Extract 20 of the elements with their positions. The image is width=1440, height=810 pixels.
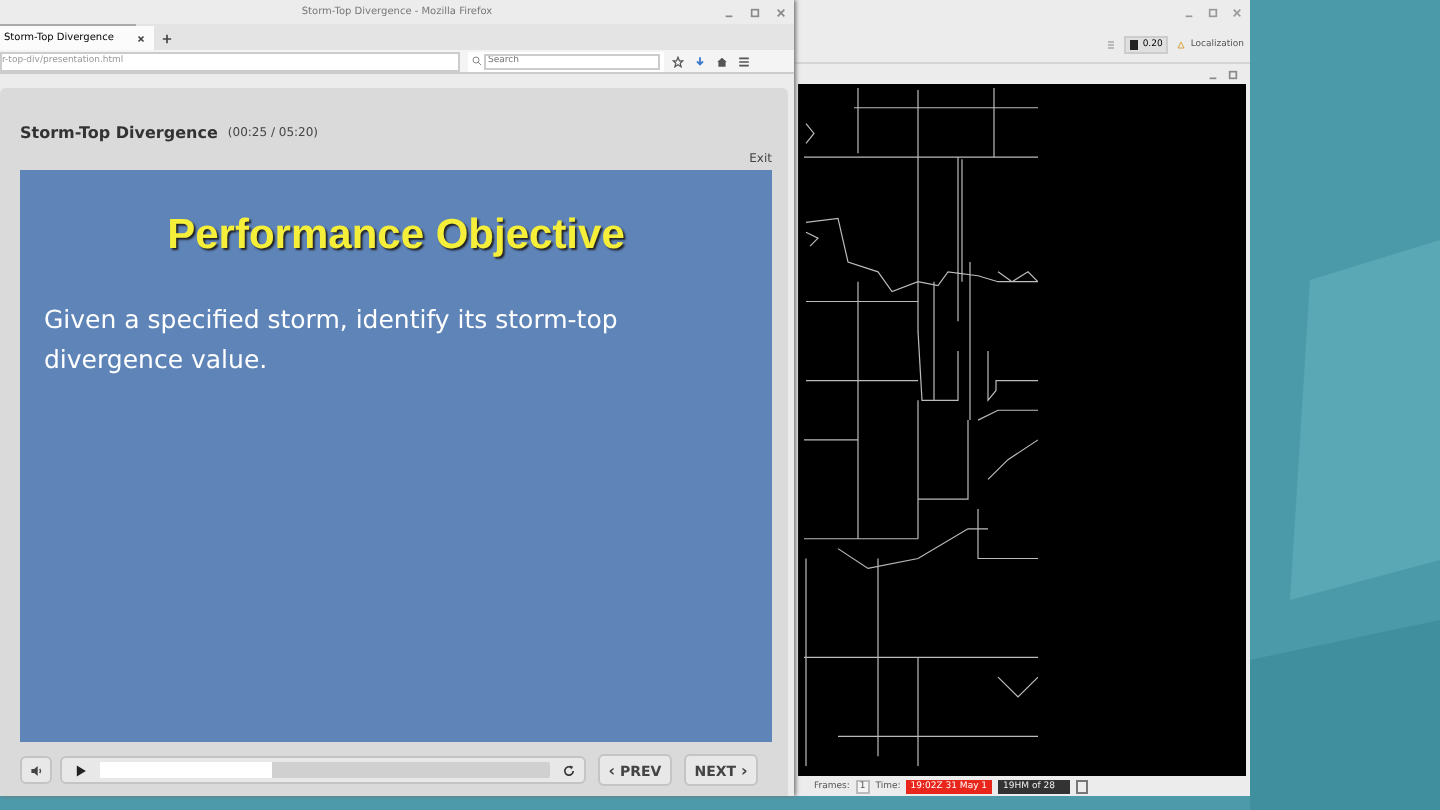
download-icon[interactable] — [694, 55, 706, 68]
replay-icon[interactable] — [562, 763, 576, 777]
maximize-icon[interactable] — [1228, 69, 1238, 80]
bookmark-icon[interactable] — [672, 55, 684, 68]
progress-track[interactable] — [100, 762, 550, 778]
calendar-icon[interactable] — [1076, 779, 1089, 794]
slide-heading: Performance Objective — [165, 212, 627, 260]
maximize-icon[interactable] — [1208, 8, 1218, 18]
plus-icon[interactable] — [162, 33, 172, 44]
slide-text: Given a specified storm, identify its storm-top divergence value. — [44, 302, 620, 378]
lesson-title: Storm-Top Divergence — [20, 124, 218, 142]
maximize-icon[interactable] — [750, 8, 760, 18]
speaker-icon — [29, 763, 43, 777]
menu-icon[interactable] — [738, 55, 750, 68]
play-icon[interactable] — [74, 763, 88, 777]
search-icon — [472, 56, 482, 67]
home-icon[interactable] — [716, 55, 728, 68]
close-icon[interactable] — [136, 33, 146, 44]
warning-icon — [1176, 39, 1187, 50]
volume-button[interactable] — [20, 756, 52, 784]
